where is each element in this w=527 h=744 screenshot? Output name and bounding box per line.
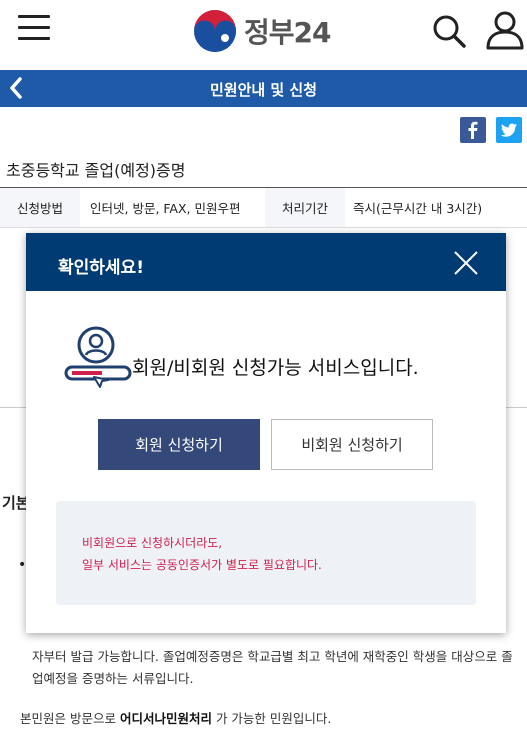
notice-box: 비회원으로 신청하시더라도, 일부 서비스는 공동인증서가 별도로 필요합니다. <box>56 501 476 605</box>
modal-message: 회원/비회원 신청가능 서비스입니다. <box>132 357 419 379</box>
logo-text: 정부24 <box>244 16 331 49</box>
guest-apply-button[interactable]: 비회원 신청하기 <box>271 419 433 470</box>
modal-title: 확인하세요! <box>58 258 144 278</box>
notice-line-1: 비회원으로 신청하시더라도, <box>82 536 223 550</box>
taeguk-logo-icon <box>194 10 236 52</box>
site-header: 정부24 <box>0 0 527 70</box>
note-bold: 어디서나민원처리 <box>119 711 212 726</box>
member-apply-button[interactable]: 회원 신청하기 <box>98 419 260 470</box>
description-text: 자부터 발급 가능합니다. 졸업예정증명은 학교급별 최고 학년에 재학중인 학… <box>32 649 513 686</box>
hamburger-menu-icon[interactable] <box>18 15 50 45</box>
period-label: 처리기간 <box>265 188 345 227</box>
user-icon[interactable] <box>484 8 526 50</box>
page-title: 민원안내 및 신청 <box>209 81 318 99</box>
service-title: 초중등학교 졸업(예정)증명 <box>6 161 186 180</box>
note-prefix: 본민원은 방문으로 <box>20 711 116 726</box>
gov24-logo[interactable]: 정부24 <box>192 6 331 56</box>
modal-header: 확인하세요! <box>26 233 506 291</box>
notice-line-2: 일부 서비스는 공동인증서가 별도로 필요합니다. <box>82 558 322 572</box>
close-icon[interactable] <box>452 249 480 277</box>
confirm-modal: 확인하세요! 회원/비회원 신청가능 서비스입니다. 회원 신청하기 비회원 신… <box>26 233 506 633</box>
table-row: 신청방법 인터넷, 방문, FAX, 민원우편 처리기간 즉시(근무시간 내 3… <box>0 188 527 228</box>
method-label: 신청방법 <box>0 188 80 227</box>
period-value: 즉시(근무시간 내 3시간) <box>353 201 483 216</box>
page-titlebar: 민원안내 및 신청 <box>0 70 527 107</box>
twitter-icon[interactable] <box>496 117 522 143</box>
service-info-table: 신청방법 인터넷, 방문, FAX, 민원우편 처리기간 즉시(근무시간 내 3… <box>0 187 527 228</box>
note-suffix: 가 가능한 민원입니다. <box>211 711 332 726</box>
search-icon[interactable] <box>430 12 468 50</box>
facebook-icon[interactable] <box>460 117 486 143</box>
note-text: 본민원은 방문으로 어디서나민원처리 가 가능한 민원입니다. <box>20 708 331 727</box>
method-value: 인터넷, 방문, FAX, 민원우편 <box>90 201 241 216</box>
